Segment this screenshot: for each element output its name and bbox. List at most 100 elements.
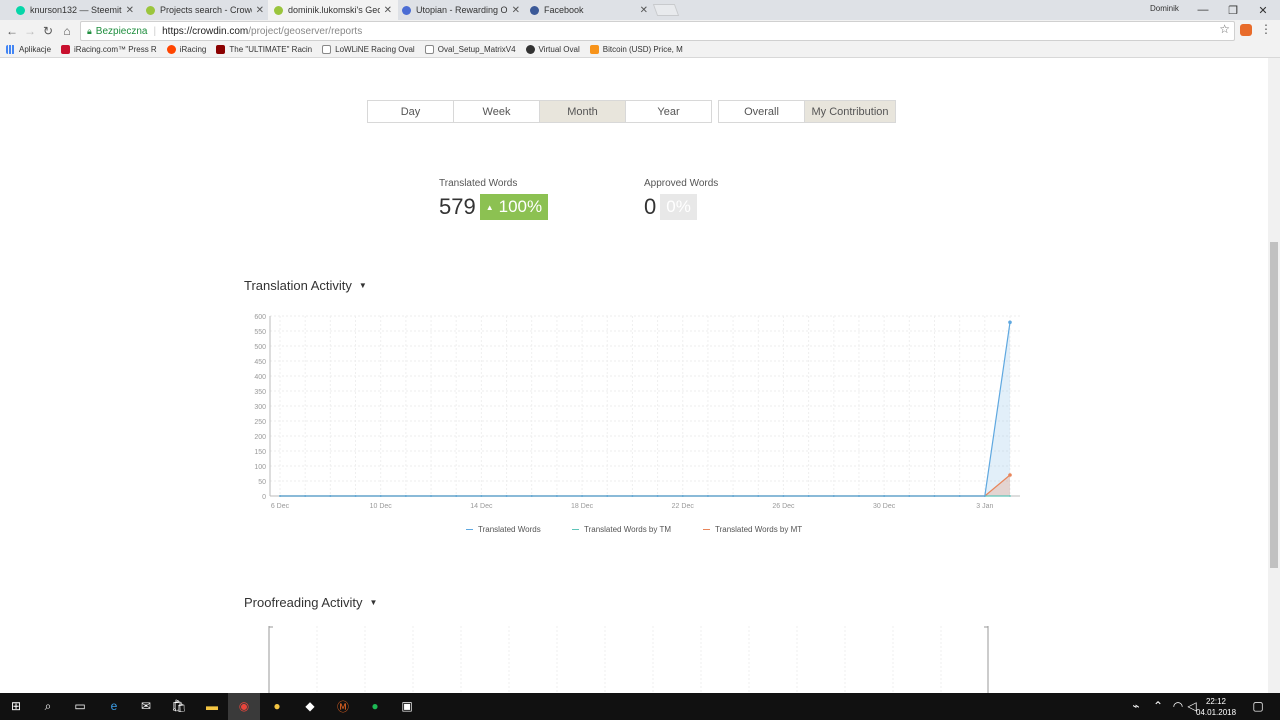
bookmark-oval-setup[interactable]: Oval_Setup_MatrixV4: [424, 45, 516, 54]
tab-steemit[interactable]: knurson132 — Steemit ✕: [10, 0, 140, 20]
period-week-button[interactable]: Week: [453, 100, 540, 123]
x-tick-label: 22 Dec: [672, 503, 695, 510]
file-explorer-icon[interactable]: ▬: [204, 698, 220, 714]
data-point: [430, 495, 432, 497]
tab-facebook[interactable]: Facebook ✕: [524, 0, 654, 20]
series-area-2: [280, 475, 1010, 496]
bookmark-iracing-press[interactable]: iRacing.com™ Press R: [61, 45, 157, 54]
y-tick-label: 0: [262, 494, 266, 501]
edge-icon[interactable]: e: [106, 698, 122, 714]
tab-geoserver-reports[interactable]: dominik.lukomski's GeoServer ✕: [268, 0, 398, 20]
clock-date: 04.01.2018: [1196, 708, 1237, 717]
spotify-icon[interactable]: ●: [367, 698, 383, 714]
profile-name[interactable]: Dominik: [1150, 4, 1179, 13]
translation-activity-title[interactable]: Translation Activity ▼: [244, 278, 367, 293]
bookmark-virtual-oval[interactable]: Virtual Oval: [525, 45, 580, 54]
page-scrollbar[interactable]: [1268, 58, 1280, 693]
bookmark-label: Aplikacje: [19, 45, 52, 54]
stat-value: 579: [439, 194, 476, 219]
task-view-icon[interactable]: ▭: [72, 698, 88, 714]
network-pen-icon[interactable]: ⌁: [1128, 698, 1144, 714]
search-icon[interactable]: ⌕: [40, 698, 56, 714]
data-point: [354, 495, 357, 497]
minimize-icon[interactable]: —: [1188, 0, 1218, 20]
close-icon[interactable]: ✕: [256, 5, 264, 16]
new-tab-button[interactable]: [652, 4, 680, 16]
forward-arrow-icon[interactable]: →: [21, 22, 39, 40]
bookmark-lowline[interactable]: LoWLiNE Racing Oval: [322, 45, 415, 54]
store-icon[interactable]: 🛍︎: [171, 698, 187, 714]
clock-time: 22:12: [1205, 697, 1227, 706]
bookmark-label: iRacing: [179, 45, 207, 54]
windows-start-icon[interactable]: ⊞: [8, 698, 24, 714]
data-point: [329, 495, 332, 497]
bookmark-star-icon[interactable]: ☆: [1219, 22, 1230, 36]
tab-utopian[interactable]: Utopian - Rewarding Open Source ✕: [396, 0, 526, 20]
notifications-icon[interactable]: ▢: [1250, 698, 1266, 714]
close-icon[interactable]: ✕: [640, 5, 648, 16]
window-app-icon[interactable]: ▣: [399, 698, 415, 714]
bookmark-iracing[interactable]: iRacing: [166, 45, 207, 54]
close-icon[interactable]: ✕: [512, 5, 520, 16]
series-line-0: [280, 322, 1011, 497]
close-icon[interactable]: ✕: [384, 5, 392, 16]
close-icon[interactable]: ✕: [126, 5, 134, 16]
menu-icon[interactable]: ⋮: [1260, 22, 1272, 36]
legend-translated-words-mt[interactable]: Translated Words by MT: [703, 525, 802, 534]
bookmarks-bar: Aplikacje iRacing.com™ Press R iRacing T…: [0, 42, 1280, 58]
approved-words-stat: Approved Words 0 0%: [644, 178, 718, 220]
x-tick-label: 3 Jan: [976, 503, 993, 510]
scrollbar-thumb[interactable]: [1270, 242, 1278, 568]
bookmark-label: iRacing.com™ Press R: [74, 45, 157, 54]
monero-icon[interactable]: Ⓜ: [335, 698, 351, 714]
section-title-text: Translation Activity: [244, 278, 352, 293]
bookmark-ultimate-racing[interactable]: The "ULTIMATE" Racin: [216, 45, 312, 54]
tab-projects-search[interactable]: Projects search - Crowdin ✕: [140, 0, 270, 20]
page-icon: [424, 45, 434, 54]
legend-label: Translated Words by MT: [715, 525, 803, 534]
stat-label: Translated Words: [439, 178, 518, 189]
hidden-icons-chevron-icon[interactable]: ⌃: [1150, 698, 1166, 714]
y-tick-label: 50: [258, 479, 266, 486]
home-icon[interactable]: ⌂: [58, 22, 76, 40]
utopian-favicon-icon: [402, 5, 411, 15]
legend-translated-words[interactable]: Translated Words: [466, 525, 541, 534]
bookmark-bitcoin-price[interactable]: Bitcoin (USD) Price, M: [589, 45, 683, 54]
tab-label: Facebook: [544, 5, 584, 15]
period-year-button[interactable]: Year: [625, 100, 712, 123]
data-point: [581, 495, 583, 497]
back-arrow-icon[interactable]: ←: [3, 22, 21, 40]
chevron-down-icon: ▼: [369, 598, 378, 607]
period-month-button[interactable]: Month: [539, 100, 626, 123]
steemit-favicon-icon: [16, 5, 25, 15]
url-path: /project/geoserver/reports: [248, 25, 363, 37]
reload-icon[interactable]: ↻: [39, 22, 57, 40]
app-circle-icon[interactable]: ●: [269, 698, 285, 714]
tab-label: dominik.lukomski's GeoServer: [288, 5, 380, 15]
mail-icon[interactable]: ✉: [138, 698, 154, 714]
system-clock[interactable]: 22:12 04.01.2018: [1196, 696, 1236, 718]
legend-swatch: [572, 529, 579, 530]
period-day-button[interactable]: Day: [367, 100, 454, 123]
extension-icon[interactable]: [1240, 24, 1252, 36]
racing-app-icon[interactable]: ◆: [302, 698, 318, 714]
proofreading-activity-title[interactable]: Proofreading Activity ▼: [244, 595, 377, 610]
iracing-icon: [61, 45, 71, 54]
scope-my-contribution-button[interactable]: My Contribution: [804, 100, 896, 123]
close-window-icon[interactable]: ✕: [1248, 0, 1278, 20]
scope-overall-button[interactable]: Overall: [718, 100, 805, 123]
restore-icon[interactable]: ❐: [1218, 0, 1248, 20]
bookmark-apps[interactable]: Aplikacje: [6, 45, 51, 54]
address-bar[interactable]: 🔒︎ Bezpieczna | https://crowdin.com /pro…: [80, 21, 1235, 41]
legend-translated-words-tm[interactable]: Translated Words by TM: [572, 525, 671, 534]
data-point: [606, 495, 609, 497]
x-tick-label: 26 Dec: [772, 503, 795, 510]
bookmark-label: LoWLiNE Racing Oval: [335, 45, 415, 54]
scope-selector: Overall My Contribution: [718, 100, 896, 123]
facebook-favicon-icon: [530, 5, 539, 15]
data-point: [1009, 495, 1011, 497]
legend-label: Translated Words: [478, 525, 541, 534]
bookmark-label: Bitcoin (USD) Price, M: [602, 45, 683, 54]
data-point: [681, 495, 684, 497]
chrome-icon[interactable]: ◉: [236, 698, 252, 714]
